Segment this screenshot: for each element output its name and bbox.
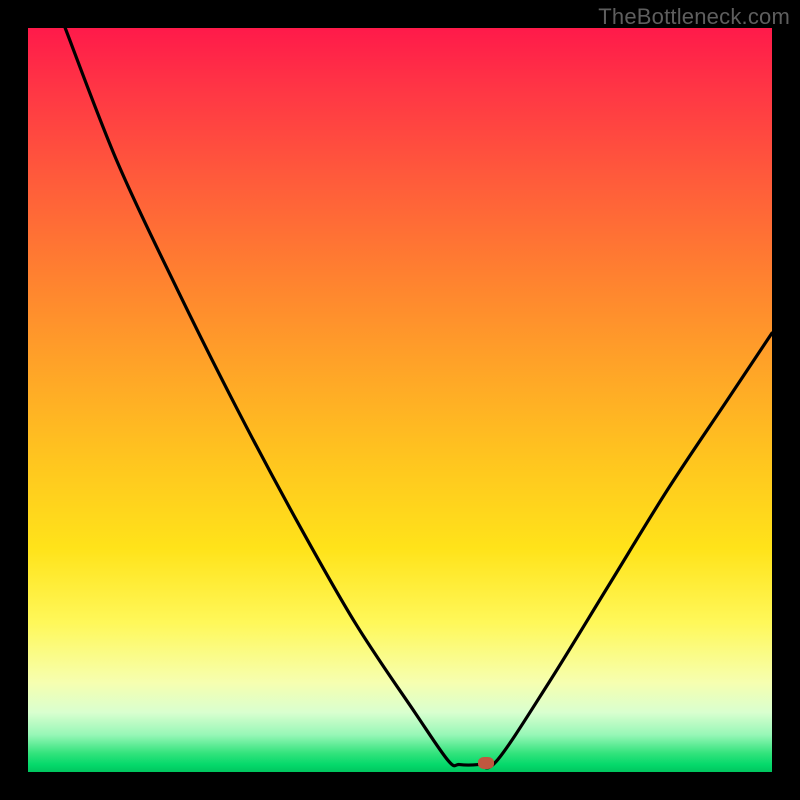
optimum-marker [478, 757, 494, 769]
chart-frame: TheBottleneck.com [0, 0, 800, 800]
watermark-text: TheBottleneck.com [598, 4, 790, 30]
plot-area [28, 28, 772, 772]
bottleneck-curve [28, 28, 772, 772]
